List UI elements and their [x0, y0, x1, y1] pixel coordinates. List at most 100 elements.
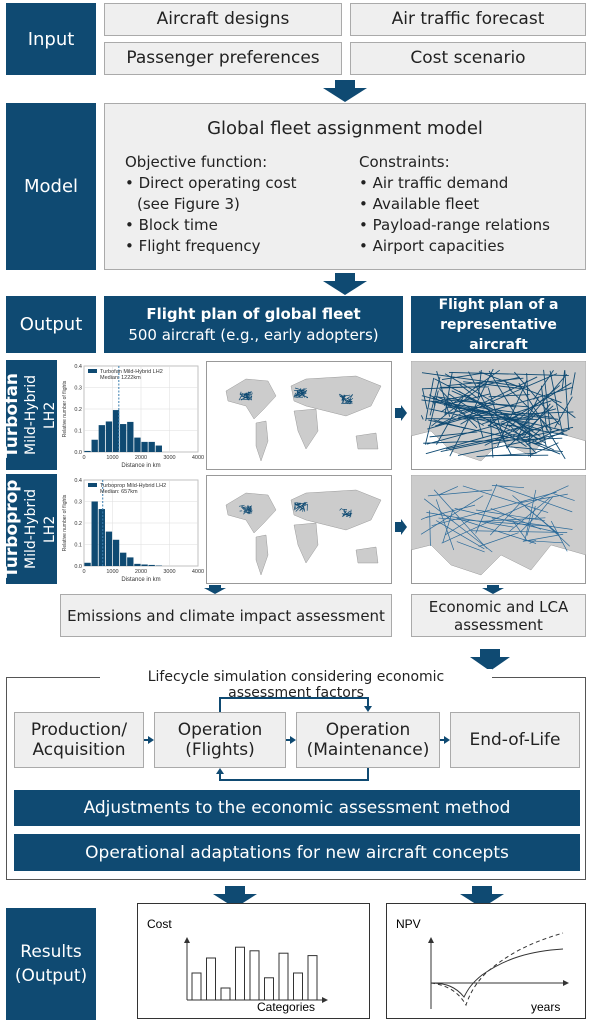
objective-item: • Flight frequency: [125, 237, 261, 255]
y-tick-label: 0.3: [74, 386, 82, 392]
model-title: Global fleet assignment model: [207, 118, 483, 139]
constraint-item: • Air traffic demand: [359, 174, 509, 192]
landmass: [355, 546, 379, 564]
histogram-bar: [127, 557, 134, 566]
arrow-down-icon: [323, 273, 367, 295]
representative-route-map-turboprop: [411, 475, 586, 584]
emissions-assessment: Emissions and climate impact assessment: [60, 594, 392, 637]
cost-bar: [278, 952, 289, 1001]
histogram-bar: [112, 539, 120, 566]
y-tick-label: 0.4: [74, 478, 82, 484]
x-tick-label: 1000: [106, 455, 118, 461]
x-axis-label: Distance in km: [121, 577, 160, 583]
x-tick-label: 2000: [135, 569, 147, 575]
objective-list: Objective function: • Direct operating c…: [125, 152, 297, 257]
economic-method-bar: Adjustments to the economic assessment m…: [14, 790, 580, 826]
histogram-bar: [148, 564, 155, 566]
histogram-bar: [105, 531, 113, 566]
cost-bar: [220, 987, 231, 1001]
histogram-bar: [84, 562, 91, 566]
legend-swatch: [88, 483, 97, 487]
model-label: Model: [6, 103, 96, 270]
operational-adaptations-bar: Operational adaptations for new aircraft…: [14, 834, 580, 871]
lifecycle-flow-arrows: [144, 697, 450, 781]
constraints-heading: Constraints:: [359, 153, 450, 171]
histogram-bar: [120, 424, 127, 452]
npv-chart: NPV years: [386, 903, 586, 1019]
x-tick-label: 3000: [163, 455, 175, 461]
x-tick-label: 2000: [135, 455, 147, 461]
model-box: Global fleet assignment model Objective …: [104, 103, 586, 270]
world-route-map-turbofan: [206, 361, 392, 470]
histogram-bar: [105, 421, 113, 452]
global-fleet-subtitle: 500 aircraft (e.g., early adopters): [128, 325, 379, 344]
cost-bar: [191, 972, 202, 1001]
objective-item-note: (see Figure 3): [137, 195, 240, 213]
histogram-bar: [134, 437, 141, 452]
histogram-bar: [98, 425, 105, 452]
x-tick-label: 4000: [192, 569, 204, 575]
objective-item: • Block time: [125, 216, 218, 234]
arrow-right-icon: [395, 519, 407, 535]
legend-swatch: [88, 369, 97, 373]
y-tick-label: 0.0: [74, 450, 82, 456]
cost-axis-label: Cost: [147, 917, 172, 931]
histogram-bar: [134, 563, 141, 566]
arrow-right-icon: [395, 405, 407, 421]
turbofan-histogram: 0 1000 2000 3000 40000.00.10.20.30.4Turbofan…: [62, 364, 204, 469]
x-tick-label: 1000: [106, 569, 118, 575]
global-fleet-title: Flight plan of global fleet: [146, 304, 361, 323]
cost-bar: [249, 950, 260, 1001]
constraint-item: • Payload-range relations: [359, 216, 550, 234]
cost-chart: Cost Categories: [137, 903, 370, 1019]
x-tick-label: 0: [82, 569, 85, 575]
representative-plan-header: Flight plan of a representative aircraft: [411, 296, 586, 353]
constraint-item: • Airport capacities: [359, 237, 505, 255]
turboprop-histogram: 0 1000 2000 3000 40000.00.10.20.30.4Turbopro…: [62, 478, 204, 583]
input-aircraft-designs: Aircraft designs: [104, 3, 342, 36]
cost-bar: [293, 972, 303, 1001]
constraint-item: • Available fleet: [359, 195, 480, 213]
results-label: Results (Output): [6, 908, 96, 1020]
histogram-bar: [112, 410, 120, 452]
input-air-traffic-forecast: Air traffic forecast: [350, 3, 586, 36]
cost-bar: [235, 946, 245, 1001]
cost-bar: [206, 957, 216, 1001]
y-axis-label: Relative number of flights: [62, 380, 68, 437]
histogram-bar: [141, 441, 148, 452]
x-tick-label: 3000: [163, 569, 175, 575]
objective-heading: Objective function:: [125, 153, 268, 171]
legend-median: Median: 657km: [100, 489, 138, 495]
npv-axis-label: NPV: [396, 917, 421, 931]
turboprop-label: Turboprop Mild-Hybrid LH2: [2, 474, 58, 584]
input-label: Input: [6, 3, 96, 75]
arrow-down-icon: [204, 585, 226, 594]
y-tick-label: 0.2: [74, 407, 82, 413]
representative-route-map-turbofan: [411, 361, 586, 470]
years-axis-label: years: [531, 1000, 560, 1014]
legend-median: Median: 1222km: [100, 375, 141, 381]
output-label: Output: [6, 296, 96, 353]
world-route-map-turboprop: [206, 475, 392, 584]
input-passenger-preferences: Passenger preferences: [104, 42, 342, 75]
y-tick-label: 0.4: [74, 364, 82, 370]
arrow-down-icon: [323, 80, 367, 102]
y-tick-label: 0.1: [74, 543, 82, 549]
categories-axis-label: Categories: [257, 1000, 315, 1014]
x-axis-label: Distance in km: [121, 463, 160, 469]
histogram-bar: [148, 441, 155, 452]
economic-lca-assessment: Economic and LCA assessment: [411, 594, 586, 637]
histogram-bar: [98, 509, 105, 566]
y-tick-label: 0.0: [74, 564, 82, 570]
y-tick-label: 0.3: [74, 500, 82, 506]
y-tick-label: 0.1: [74, 429, 82, 435]
histogram-bar: [155, 445, 162, 452]
histogram-bar: [91, 501, 98, 566]
global-fleet-plan-header: Flight plan of global fleet 500 aircraft…: [104, 296, 403, 353]
histogram-bar: [127, 421, 134, 452]
x-tick-label: 0: [82, 455, 85, 461]
x-tick-label: 4000: [192, 455, 204, 461]
turbofan-label: Turbofan Mild-Hybrid LH2: [2, 360, 58, 470]
histogram-bar: [120, 552, 127, 566]
histogram-bar: [91, 439, 98, 452]
